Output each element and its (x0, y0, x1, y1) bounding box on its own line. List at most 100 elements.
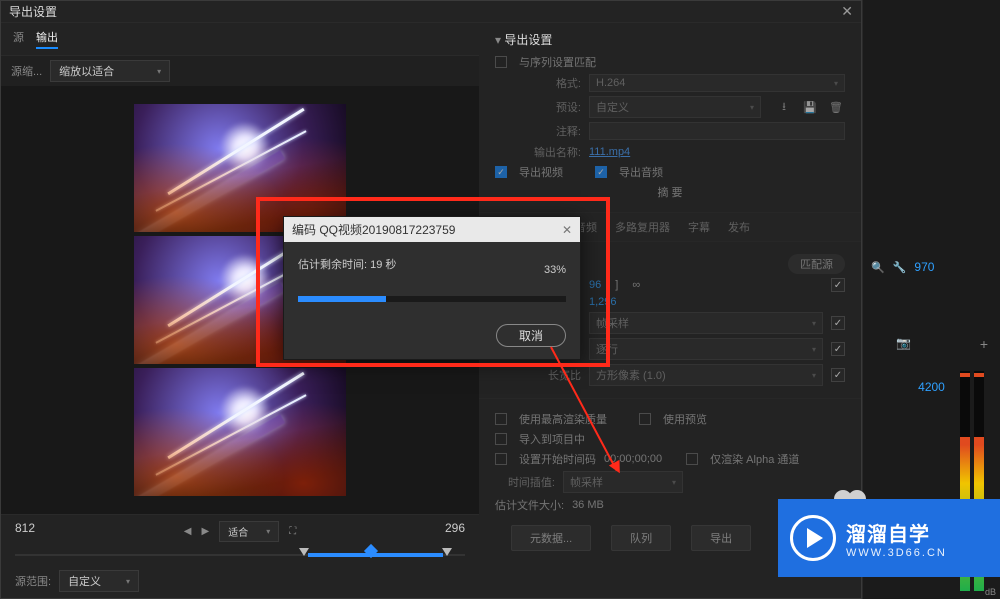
aspect-select[interactable]: 方形像素 (1.0) ▾ (589, 364, 823, 386)
match-sequence-label: 与序列设置匹配 (519, 54, 596, 70)
side-number: 970 (914, 260, 934, 274)
aspect-label: 长宽比 (495, 367, 581, 383)
delete-preset-icon[interactable]: 🗑 (827, 98, 845, 116)
encoding-titlebar: 编码 QQ视频20190817223759 ✕ (284, 217, 580, 242)
zoom-value: 适合 (228, 524, 248, 539)
encoding-close-icon[interactable]: ✕ (562, 223, 572, 237)
match-source-button[interactable]: 匹配源 (788, 254, 845, 274)
chevron-down-icon: ▾ (157, 67, 161, 76)
tab-source[interactable]: 源 (13, 29, 24, 49)
alpha-only-label: 仅渲染 Alpha 通道 (710, 451, 799, 467)
chevron-down-icon: ▾ (812, 371, 816, 380)
comment-label: 注释: (495, 123, 581, 139)
db-label: dB (985, 587, 996, 597)
width-readout: 812 (15, 521, 35, 542)
subtab-caption[interactable]: 字幕 (688, 219, 710, 235)
chevron-down-icon: ▾ (812, 319, 816, 328)
metadata-button[interactable]: 元数据... (511, 525, 591, 551)
chevron-down-icon: ▾ (834, 79, 838, 88)
start-timecode-checkbox[interactable] (495, 453, 507, 465)
frame-size-match-checkbox[interactable] (831, 278, 845, 292)
export-video-label: 导出视频 (519, 164, 563, 180)
field-match-checkbox[interactable] (831, 342, 845, 356)
start-timecode-label: 设置开始时间码 (519, 451, 596, 467)
preview-tabs: 源 输出 (1, 23, 479, 56)
match-sequence-checkbox[interactable] (495, 56, 507, 68)
preset-value: 自定义 (596, 99, 629, 115)
encoding-title: 编码 QQ视频20190817223759 (292, 221, 455, 238)
import-preset-icon[interactable]: ⭳ (775, 98, 793, 116)
chevron-down-icon: ▾ (266, 527, 270, 536)
watermark: 溜溜自学 WWW.3D66.CN (778, 499, 1000, 577)
chevron-down-icon: ▾ (672, 478, 676, 487)
preset-select[interactable]: 自定义 ▾ (589, 96, 761, 118)
window-title: 导出设置 (9, 3, 57, 20)
zoom-select[interactable]: 适合 ▾ (219, 521, 279, 542)
import-project-label: 导入到项目中 (519, 431, 585, 447)
encoding-progressbar (298, 296, 566, 302)
fit-select[interactable]: 缩放以适合 ▾ (50, 60, 170, 82)
alpha-only-checkbox[interactable] (686, 453, 698, 465)
format-label: 格式: (495, 75, 581, 91)
est-size-value: 36 MB (572, 499, 604, 511)
section-export-settings[interactable]: 导出设置 (495, 31, 845, 48)
interp-select[interactable]: 帧采样 ▾ (563, 471, 683, 493)
tab-output[interactable]: 输出 (36, 29, 58, 49)
range-select[interactable]: 自定义 ▾ (59, 570, 139, 592)
crop-icon[interactable]: ⛶ (289, 526, 296, 537)
export-audio-checkbox[interactable]: ✓ (595, 166, 607, 178)
use-preview-label: 使用预览 (663, 411, 707, 427)
chevron-down-icon: ▾ (750, 103, 754, 112)
fit-value: 缩放以适合 (59, 63, 114, 79)
fps-match-checkbox[interactable] (831, 316, 845, 330)
summary-label: 摘 要 (657, 184, 682, 200)
step-fwd-icon[interactable]: ▶ (202, 526, 210, 537)
titlebar: 导出设置 ✕ (1, 1, 861, 23)
fit-label: 源缩... (11, 63, 42, 79)
magnifier-icon[interactable]: 🔍 (871, 261, 885, 274)
chevron-down-icon: ▾ (812, 345, 816, 354)
format-select[interactable]: H.264 ▾ (589, 74, 845, 92)
wrench-icon[interactable]: 🔧 (893, 261, 907, 274)
export-button[interactable]: 导出 (691, 525, 751, 551)
range-slider[interactable] (15, 546, 465, 564)
close-icon[interactable]: ✕ (841, 3, 853, 20)
height-readout: 296 (445, 521, 465, 542)
field-order-select[interactable]: 逐行 ▾ (589, 338, 823, 360)
frame-width-value[interactable]: 96 (589, 279, 601, 291)
fit-row: 源缩... 缩放以适合 ▾ (1, 56, 479, 86)
frame-height-value[interactable]: 1,296 (589, 296, 617, 308)
export-audio-label: 导出音频 (619, 164, 663, 180)
queue-button[interactable]: 队列 (611, 525, 671, 551)
watermark-title: 溜溜自学 (846, 518, 947, 547)
frame-rate-select[interactable]: 帧采样 ▾ (589, 312, 823, 334)
plus-icon[interactable]: + (980, 336, 988, 352)
encoding-cancel-button[interactable]: 取消 (496, 324, 566, 347)
encoding-percent: 33% (544, 264, 566, 276)
subtab-publish[interactable]: 发布 (728, 219, 750, 235)
encoding-dialog: 编码 QQ视频20190817223759 ✕ 估计剩余时间: 19 秒 33%… (283, 216, 581, 360)
comment-input[interactable] (589, 122, 845, 140)
max-quality-label: 使用最高渲染质量 (519, 411, 607, 427)
step-back-icon[interactable]: ◀ (184, 526, 192, 537)
chevron-down-icon: ▾ (126, 577, 130, 586)
export-video-checkbox[interactable]: ✓ (495, 166, 507, 178)
preview-footer: 812 ◀ ▶ 适合 ▾ ⛶ 296 源范 (1, 514, 479, 598)
watermark-play-icon (790, 515, 836, 561)
range-label: 源范围: (15, 573, 51, 589)
format-value: H.264 (596, 77, 625, 89)
link-icon[interactable]: ∞ (632, 279, 640, 291)
range-value: 自定义 (68, 573, 101, 589)
output-name-label: 输出名称: (495, 144, 581, 160)
subtab-mux[interactable]: 多路复用器 (615, 219, 670, 235)
max-quality-checkbox[interactable] (495, 413, 507, 425)
preview-frame (134, 368, 346, 496)
preset-label: 预设: (495, 99, 581, 115)
import-project-checkbox[interactable] (495, 433, 507, 445)
camera-icon[interactable]: 📷 (896, 336, 911, 350)
output-name-link[interactable]: 111.mp4 (589, 146, 630, 158)
use-preview-checkbox[interactable] (639, 413, 651, 425)
est-size-label: 估计文件大小: (495, 497, 564, 513)
aspect-match-checkbox[interactable] (831, 368, 845, 382)
save-preset-icon[interactable]: 💾 (801, 98, 819, 116)
